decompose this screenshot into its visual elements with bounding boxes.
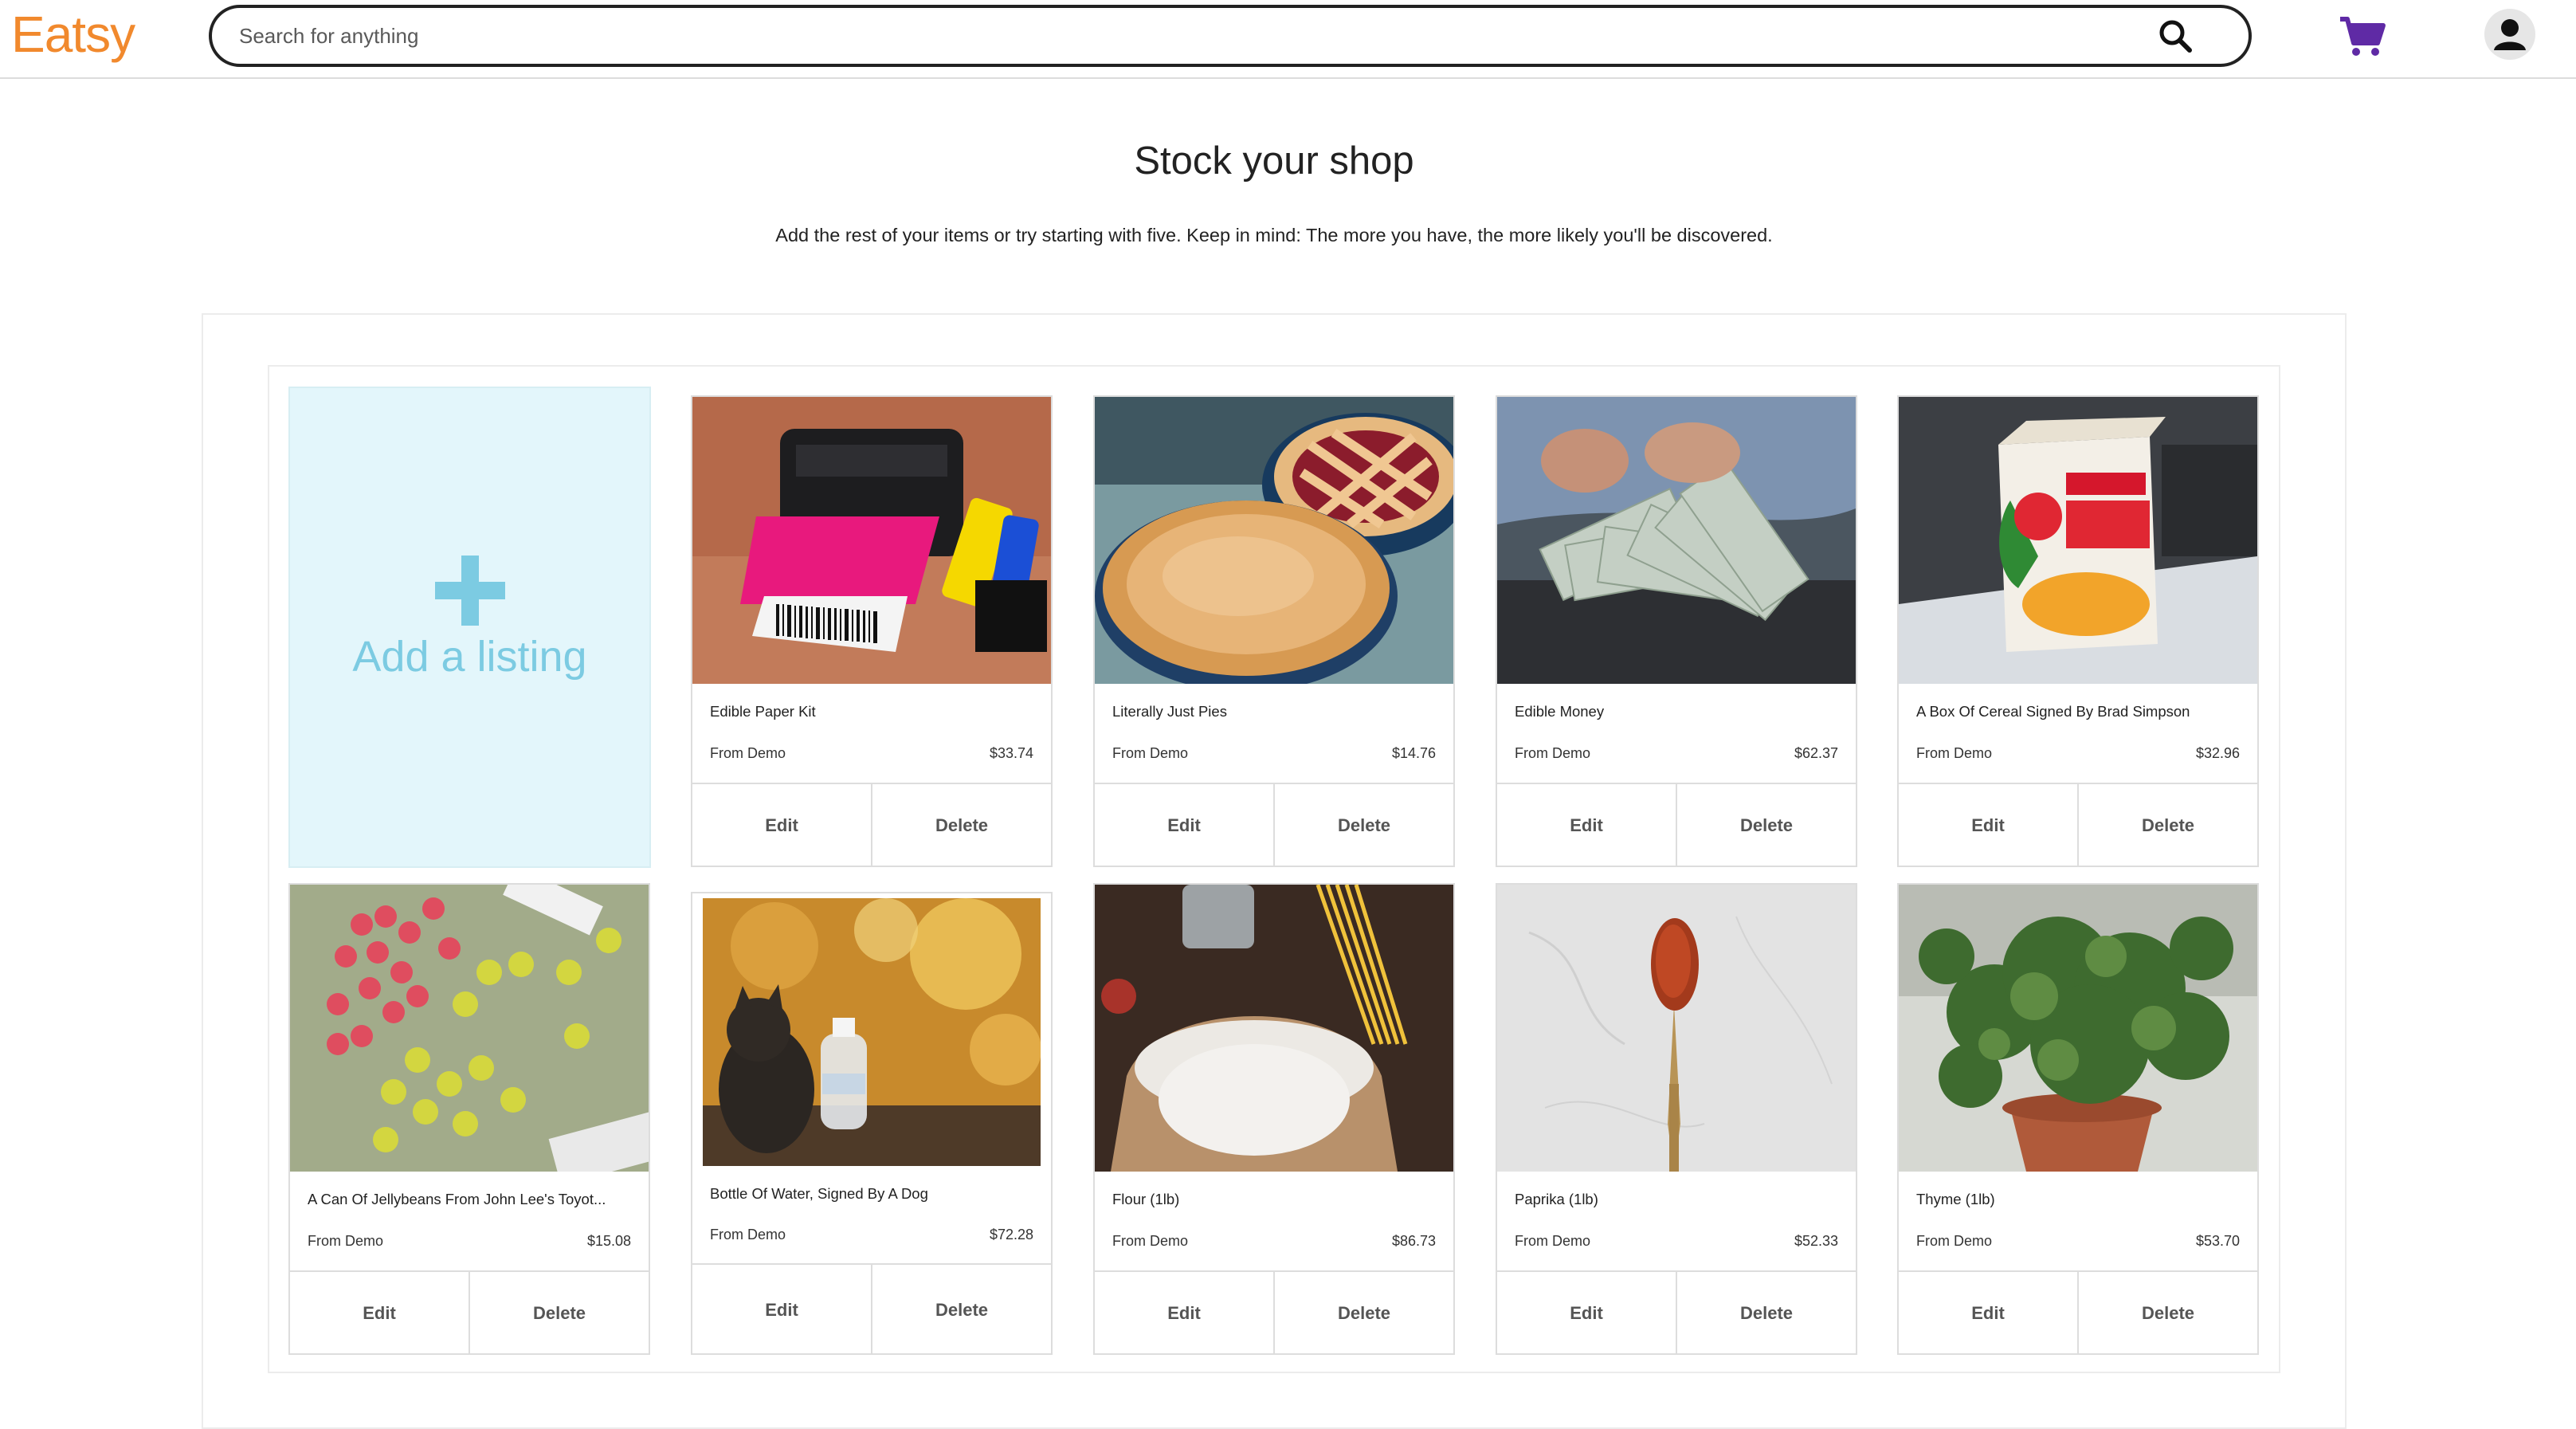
product-image[interactable] [290, 885, 649, 1172]
product-card: Bottle Of Water, Signed By A Dog From De… [691, 892, 1053, 1355]
product-price: $33.74 [989, 745, 1033, 761]
card-actions: Edit Delete [290, 1270, 649, 1355]
product-image[interactable] [692, 397, 1051, 684]
product-card: Edible Money From Demo $62.37 Edit Delet… [1496, 395, 1857, 867]
product-image[interactable] [1497, 397, 1856, 684]
jellybeans-photo [290, 885, 649, 1172]
add-listing-button[interactable]: Add a listing [288, 387, 651, 868]
search-button[interactable] [2151, 12, 2199, 60]
product-image[interactable] [1899, 397, 2257, 684]
user-avatar-icon [2494, 19, 2526, 50]
delete-button[interactable]: Delete [2077, 1272, 2257, 1355]
cart-button[interactable] [2339, 14, 2386, 59]
edit-button[interactable]: Edit [1497, 784, 1676, 867]
product-card: A Box Of Cereal Signed By Brad Simpson F… [1897, 395, 2259, 867]
edit-button[interactable]: Edit [1095, 1272, 1273, 1355]
edit-button[interactable]: Edit [290, 1272, 469, 1355]
flour-photo [1095, 885, 1453, 1172]
product-shop: From Demo [308, 1233, 384, 1249]
product-price: $32.96 [2195, 745, 2240, 761]
product-image[interactable] [1497, 885, 1856, 1172]
product-title[interactable]: Edible Money [1515, 703, 1841, 720]
product-shop: From Demo [1916, 745, 1993, 761]
delete-button[interactable]: Delete [1273, 784, 1453, 867]
delete-button[interactable]: Delete [1273, 1272, 1453, 1355]
card-actions: Edit Delete [1899, 783, 2257, 867]
product-price: $53.70 [2195, 1233, 2240, 1249]
edit-button[interactable]: Edit [1497, 1272, 1676, 1355]
product-card: A Can Of Jellybeans From John Lee's Toyo… [288, 883, 650, 1355]
money-photo [1497, 397, 1856, 684]
plus-icon [435, 556, 505, 626]
product-price: $15.08 [586, 1233, 631, 1249]
shopping-cart-icon [2340, 17, 2386, 56]
delete-button[interactable]: Delete [1676, 1272, 1856, 1355]
delete-button[interactable]: Delete [469, 1272, 649, 1355]
top-nav: Eatsy [0, 0, 2576, 79]
product-title[interactable]: Flour (1lb) [1112, 1191, 1439, 1208]
printer-photo [692, 397, 1051, 684]
card-actions: Edit Delete [692, 1263, 1051, 1355]
product-price: $52.33 [1794, 1233, 1838, 1249]
add-listing-label: Add a listing [352, 633, 587, 681]
pie-photo [1095, 397, 1453, 684]
page-subtitle: Add the rest of your items or try starti… [775, 225, 1773, 245]
delete-button[interactable]: Delete [1676, 784, 1856, 867]
product-shop: From Demo [1515, 1233, 1591, 1249]
card-actions: Edit Delete [1095, 783, 1453, 867]
product-title[interactable]: Bottle Of Water, Signed By A Dog [710, 1185, 1037, 1203]
search-bar [209, 5, 2252, 67]
product-image[interactable] [1095, 885, 1453, 1172]
delete-button[interactable]: Delete [871, 1265, 1051, 1355]
product-title[interactable]: A Box Of Cereal Signed By Brad Simpson [1916, 703, 2243, 720]
product-image[interactable] [703, 898, 1041, 1166]
thyme-photo [1899, 885, 2257, 1172]
product-card: Edible Paper Kit From Demo $33.74 Edit D… [691, 395, 1053, 867]
product-image[interactable] [1899, 885, 2257, 1172]
card-actions: Edit Delete [1497, 783, 1856, 867]
product-card: Thyme (1lb) From Demo $53.70 Edit Delete [1897, 883, 2259, 1355]
edit-button[interactable]: Edit [692, 784, 871, 867]
user-menu-button[interactable] [2484, 9, 2535, 60]
product-title[interactable]: Literally Just Pies [1112, 703, 1439, 720]
search-input[interactable] [237, 22, 2151, 49]
product-price: $72.28 [989, 1227, 1033, 1243]
water-bottle-photo [703, 898, 1041, 1166]
magnifier-icon [2159, 20, 2192, 53]
edit-button[interactable]: Edit [1095, 784, 1273, 867]
edit-button[interactable]: Edit [692, 1265, 871, 1355]
product-shop: From Demo [710, 1227, 786, 1243]
product-shop: From Demo [1916, 1233, 1993, 1249]
cereal-photo [1899, 397, 2257, 684]
product-shop: From Demo [1112, 1233, 1189, 1249]
page-title: Stock your shop [1134, 139, 1414, 183]
card-actions: Edit Delete [692, 783, 1051, 867]
card-actions: Edit Delete [1497, 1270, 1856, 1355]
product-card: Flour (1lb) From Demo $86.73 Edit Delete [1093, 883, 1455, 1355]
delete-button[interactable]: Delete [2077, 784, 2257, 867]
product-card: Literally Just Pies From Demo $14.76 Edi… [1093, 395, 1455, 867]
edit-button[interactable]: Edit [1899, 784, 2077, 867]
paprika-photo [1497, 885, 1856, 1172]
card-actions: Edit Delete [1095, 1270, 1453, 1355]
product-shop: From Demo [1515, 745, 1591, 761]
card-actions: Edit Delete [1899, 1270, 2257, 1355]
product-image[interactable] [1095, 397, 1453, 684]
product-shop: From Demo [710, 745, 786, 761]
product-card: Paprika (1lb) From Demo $52.33 Edit Dele… [1496, 883, 1857, 1355]
product-title[interactable]: A Can Of Jellybeans From John Lee's Toyo… [308, 1191, 634, 1208]
delete-button[interactable]: Delete [871, 784, 1051, 867]
product-title[interactable]: Thyme (1lb) [1916, 1191, 2243, 1208]
product-price: $62.37 [1794, 745, 1838, 761]
product-price: $86.73 [1391, 1233, 1436, 1249]
product-price: $14.76 [1391, 745, 1436, 761]
product-title[interactable]: Edible Paper Kit [710, 703, 1037, 720]
product-title[interactable]: Paprika (1lb) [1515, 1191, 1841, 1208]
site-logo[interactable]: Eatsy [11, 5, 135, 64]
edit-button[interactable]: Edit [1899, 1272, 2077, 1355]
product-shop: From Demo [1112, 745, 1189, 761]
